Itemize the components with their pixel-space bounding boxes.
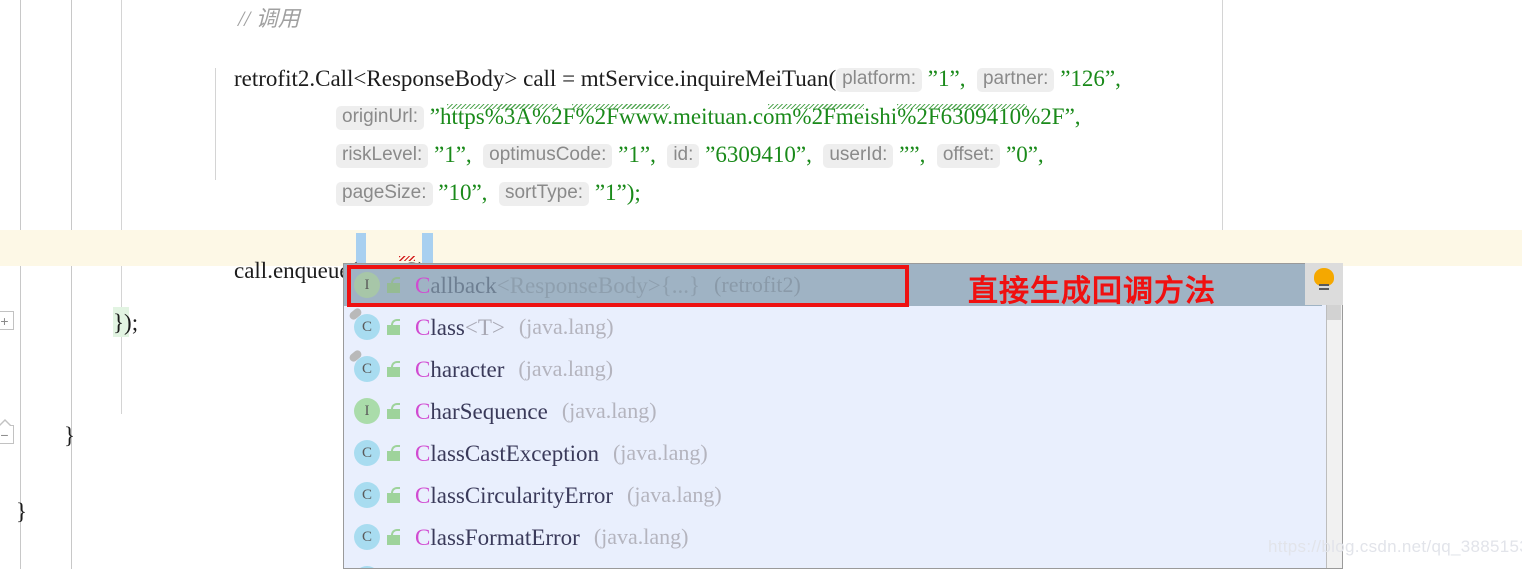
completion-item-package: (java.lang) xyxy=(593,524,689,549)
completion-item-name: Character xyxy=(415,356,505,382)
completion-item-package: (java.lang) xyxy=(518,356,614,381)
completion-item[interactable]: C xyxy=(344,558,1322,568)
lock-icon xyxy=(387,529,403,545)
completion-item[interactable]: C Character (java.lang) xyxy=(344,348,1322,390)
watermark-text: https://blog.csdn.net/qq_38851536 xyxy=(1268,537,1522,556)
gutter-rule-inner xyxy=(71,0,72,569)
completion-item-name: CharSequence xyxy=(415,398,548,424)
lock-icon xyxy=(387,319,403,335)
param-value-userid: ””, xyxy=(899,142,926,167)
lock-icon xyxy=(387,277,403,293)
lock-icon xyxy=(387,403,403,419)
lock-icon xyxy=(387,361,403,377)
lock-icon xyxy=(387,487,403,503)
class-kind-icon: C xyxy=(354,524,380,550)
lock-icon xyxy=(387,445,403,461)
ide-editor-screenshot: // 调用 retrofit2.Call<ResponseBody> call … xyxy=(0,0,1522,569)
completion-item-package: (retrofit2) xyxy=(714,272,801,297)
spellcheck-squiggle-3 xyxy=(768,104,864,109)
completion-item-name: ClassCastException xyxy=(415,440,599,466)
lightbulb-base-top xyxy=(1319,284,1329,286)
interface-kind-icon: I xyxy=(354,398,380,424)
param-value-pagesize: ”10”, xyxy=(438,180,488,205)
gutter-rule-outer xyxy=(20,0,21,569)
class-kind-icon: C xyxy=(354,482,380,508)
code-line-close-lambda: }); xyxy=(113,310,139,335)
completion-item[interactable]: I CharSequence (java.lang) xyxy=(344,390,1322,432)
indent-guide-right xyxy=(1222,0,1223,262)
class-kind-icon: C xyxy=(347,348,380,382)
lightbulb-icon xyxy=(1314,268,1334,290)
param-hint-sorttype: sortType: xyxy=(498,182,590,206)
fold-expand-marker[interactable]: + xyxy=(0,311,14,330)
param-hint-offset: offset: xyxy=(936,144,1001,168)
quickfix-bulb-container[interactable] xyxy=(1305,263,1343,305)
code-line-comment: // 调用 xyxy=(238,6,300,31)
param-value-offset: ”0”, xyxy=(1006,142,1044,167)
fold-expand-label: + xyxy=(0,312,9,329)
code-line-close-class: } xyxy=(16,499,28,524)
interface-kind-icon: I xyxy=(354,272,380,298)
class-kind-icon: C xyxy=(347,306,380,340)
code-line-close-method: } xyxy=(64,423,76,448)
pin-icon xyxy=(347,306,364,322)
completion-item-package: (java.lang) xyxy=(627,482,722,507)
error-squiggle-typed xyxy=(399,256,415,261)
completion-item-package: (java.lang) xyxy=(612,440,708,465)
completion-item-package: (java.lang) xyxy=(561,398,657,423)
code-line-row4: pageSize: ”10”, sortType: ”1”); xyxy=(313,158,641,229)
spellcheck-squiggle-2 xyxy=(572,104,670,109)
pin-icon xyxy=(347,348,364,364)
completion-item[interactable]: C Class<T> (java.lang) xyxy=(344,306,1322,348)
popup-scrollbar-track[interactable] xyxy=(1326,264,1342,568)
completion-item[interactable]: C ClassCircularityError (java.lang) xyxy=(344,474,1322,516)
param-value-id: ”6309410”, xyxy=(705,142,812,167)
completion-item-name: Class<T> xyxy=(415,314,505,340)
param-hint-id: id: xyxy=(667,144,700,168)
enqueue-call: call.enqueue xyxy=(234,258,350,283)
fold-collapse-marker[interactable]: − xyxy=(0,419,14,444)
param-hint-userid: userId: xyxy=(823,144,894,168)
completion-item-name: ClassCircularityError xyxy=(415,482,614,508)
param-value-sorttype: ”1”); xyxy=(594,180,641,205)
spellcheck-squiggle-1 xyxy=(447,104,558,109)
param-hint-pagesize: pageSize: xyxy=(336,182,433,206)
completion-item-name: ClassFormatError xyxy=(415,524,580,550)
annotation-text: 直接生成回调方法 xyxy=(968,274,1216,309)
lightbulb-base-bottom xyxy=(1319,288,1329,290)
class-kind-icon: C xyxy=(354,440,380,466)
fold-collapse-label: − xyxy=(0,426,9,443)
completion-item[interactable]: C ClassFormatError (java.lang) xyxy=(344,516,1322,558)
completion-item-package: (java.lang) xyxy=(518,314,614,339)
completion-item[interactable]: C ClassCastException (java.lang) xyxy=(344,432,1322,474)
spellcheck-squiggle-4 xyxy=(897,104,1027,109)
completion-item-name: Callback<ResponseBody>{...} xyxy=(415,272,701,298)
